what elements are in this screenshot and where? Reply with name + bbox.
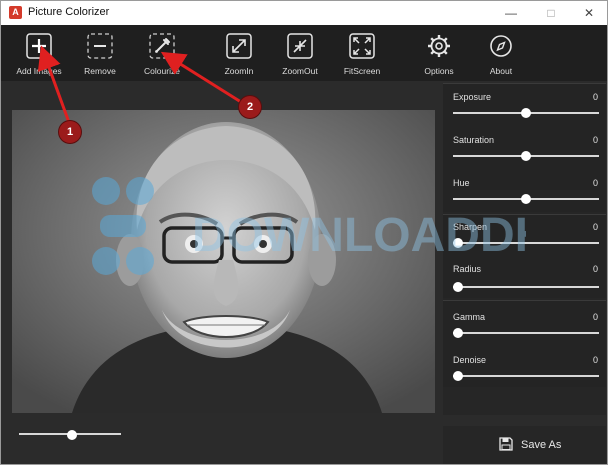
sharpen-slider[interactable] xyxy=(453,238,599,248)
window-title: Picture Colorizer xyxy=(28,6,110,18)
fit-screen-icon xyxy=(349,33,375,59)
step-badge-1: 1 xyxy=(59,121,81,143)
saturation-slider[interactable] xyxy=(453,151,599,161)
add-icon xyxy=(26,33,52,59)
gamma-slider-thumb[interactable] xyxy=(453,328,463,338)
sharpen-label: Sharpen xyxy=(453,222,488,232)
radius-slider[interactable] xyxy=(453,282,599,292)
denoise-slider-thumb[interactable] xyxy=(453,371,463,381)
image-preview[interactable] xyxy=(12,110,435,413)
step-badge-2: 2 xyxy=(239,96,261,118)
exposure-slider[interactable] xyxy=(453,108,599,118)
sharpen-value: 0 xyxy=(592,222,598,232)
hue-value: 0 xyxy=(592,178,598,188)
floppy-disk-icon xyxy=(499,437,513,451)
denoise-label: Denoise xyxy=(453,355,487,365)
colourize-button[interactable]: Colourize xyxy=(134,25,190,81)
denoise-slider[interactable] xyxy=(453,371,599,381)
app-window: A Picture Colorizer — □ ✕ Add Images Rem… xyxy=(0,0,608,465)
options-label: Options xyxy=(424,66,454,76)
grayscale-portrait-photo xyxy=(12,110,435,413)
denoise-value: 0 xyxy=(592,355,598,365)
remove-label: Remove xyxy=(84,66,116,76)
zoom-slider[interactable] xyxy=(19,427,121,441)
fit-screen-label: FitScreen xyxy=(343,66,381,76)
gamma-value: 0 xyxy=(592,312,598,322)
zoom-in-label: ZoomIn xyxy=(224,66,254,76)
eyedropper-icon xyxy=(149,33,175,59)
gamma-label: Gamma xyxy=(453,312,486,322)
sharpen-slider-thumb[interactable] xyxy=(453,238,463,248)
zoom-in-button[interactable]: ZoomIn xyxy=(211,25,267,81)
remove-button[interactable]: Remove xyxy=(72,25,128,81)
color-adjust-group: Exposure 0 Saturation 0 Hue 0 xyxy=(443,83,606,212)
zoom-out-button[interactable]: ZoomOut xyxy=(272,25,328,81)
save-as-button[interactable]: Save As xyxy=(443,426,606,464)
exposure-slider-thumb[interactable] xyxy=(521,108,531,118)
zoom-out-label: ZoomOut xyxy=(282,66,318,76)
minimize-button[interactable]: — xyxy=(493,3,529,23)
saturation-value: 0 xyxy=(592,135,598,145)
exposure-value: 0 xyxy=(592,92,598,102)
radius-value: 0 xyxy=(592,264,598,274)
hue-slider-thumb[interactable] xyxy=(521,194,531,204)
compass-icon xyxy=(490,35,512,57)
add-images-label: Add Images xyxy=(16,66,62,76)
close-button[interactable]: ✕ xyxy=(571,3,607,23)
fit-screen-button[interactable]: FitScreen xyxy=(334,25,390,81)
saturation-label: Saturation xyxy=(453,135,495,145)
hue-slider[interactable] xyxy=(453,194,599,204)
exposure-label: Exposure xyxy=(453,92,492,102)
toolbar: Add Images Remove Colourize ZoomIn ZoomO… xyxy=(1,25,607,81)
radius-label: Radius xyxy=(453,264,482,274)
gamma-slider[interactable] xyxy=(453,328,599,338)
remove-icon xyxy=(87,33,113,59)
about-button[interactable]: About xyxy=(473,25,529,81)
saturation-slider-thumb[interactable] xyxy=(521,151,531,161)
title-bar: A Picture Colorizer — □ ✕ xyxy=(1,1,607,25)
zoom-out-icon xyxy=(287,33,313,59)
detail-adjust-group: Sharpen 0 Radius 0 xyxy=(443,214,606,298)
zoom-in-icon xyxy=(226,33,252,59)
hue-label: Hue xyxy=(453,178,470,188)
adjustments-panel: Exposure 0 Saturation 0 Hue 0 Sharpen 0 … xyxy=(443,83,606,415)
radius-slider-thumb[interactable] xyxy=(453,282,463,292)
tone-adjust-group: Gamma 0 Denoise 0 xyxy=(443,300,606,387)
save-as-label: Save As xyxy=(521,439,562,451)
about-label: About xyxy=(489,66,513,76)
options-button[interactable]: Options xyxy=(411,25,467,81)
zoom-slider-thumb[interactable] xyxy=(67,430,78,440)
gear-icon xyxy=(428,35,450,57)
maximize-button[interactable]: □ xyxy=(533,3,569,23)
add-images-button[interactable]: Add Images xyxy=(11,25,67,81)
colourize-label: Colourize xyxy=(144,66,180,76)
app-logo-icon: A xyxy=(9,6,22,19)
